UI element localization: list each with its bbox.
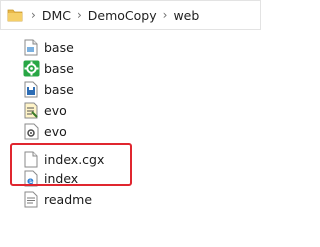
highlight-box [10, 143, 132, 186]
breadcrumb-item-dmc[interactable]: DMC [42, 8, 71, 23]
script-file-icon [22, 101, 40, 119]
breadcrumb-item-web[interactable]: web [173, 8, 199, 23]
text-file-icon [22, 190, 40, 208]
settings-file-icon [22, 122, 40, 140]
address-bar[interactable]: › DMC › DemoCopy › web [0, 0, 261, 30]
breadcrumb-separator: › [76, 8, 82, 22]
breadcrumb-separator: › [31, 8, 36, 22]
list-item[interactable]: evo [22, 121, 67, 141]
list-item[interactable]: readme [22, 189, 92, 209]
file-name: base [44, 60, 74, 76]
breadcrumb-item-democopy[interactable]: DemoCopy [88, 8, 157, 23]
generic-file-icon [22, 38, 40, 56]
file-name: evo [44, 102, 67, 118]
breadcrumb-separator: › [162, 8, 168, 22]
list-item[interactable]: evo [22, 100, 67, 120]
file-name: base [44, 39, 74, 55]
list-item[interactable]: base [22, 79, 74, 99]
folder-icon [7, 7, 25, 23]
list-item[interactable]: base [22, 58, 74, 78]
save-disk-icon [22, 80, 40, 98]
file-name: evo [44, 123, 67, 139]
file-name: base [44, 81, 74, 97]
file-name: readme [44, 191, 93, 207]
list-item[interactable]: base [22, 37, 74, 57]
gear-app-icon [22, 59, 40, 77]
